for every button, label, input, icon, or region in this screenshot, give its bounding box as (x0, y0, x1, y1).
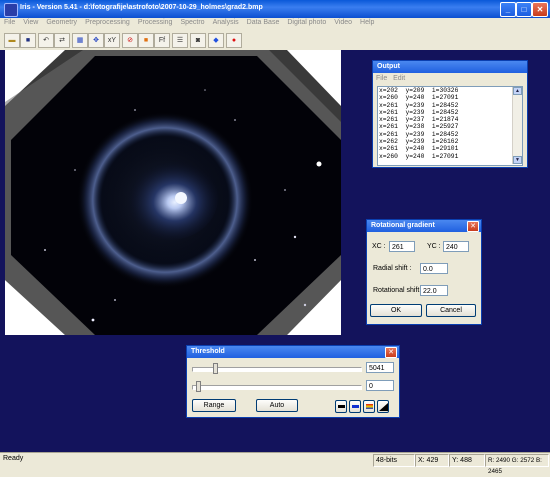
threshold-title: Threshold (187, 346, 399, 358)
output-menu: File Edit (373, 73, 527, 84)
range-button[interactable]: Range (192, 399, 236, 412)
image-canvas[interactable] (5, 50, 341, 335)
auto-button[interactable]: Auto (256, 399, 298, 412)
output-row: x=262 y=239 i=26162 (379, 138, 459, 146)
black-palette-icon[interactable] (335, 400, 347, 413)
output-row: x=261 y=239 i=28452 (379, 101, 459, 109)
rotational-title: Rotational gradient (367, 220, 481, 232)
status-bar: Ready 48-bits X: 429 Y: 488 R: 2490 G: 2… (0, 452, 550, 475)
gradient-palette-icon[interactable] (377, 400, 389, 413)
output-row: x=260 y=240 i=27091 (379, 94, 459, 102)
output-row: x=261 y=238 i=25927 (379, 123, 459, 131)
output-row: x=260 y=240 i=27091 (379, 152, 459, 160)
redo-icon[interactable]: ⇄ (54, 33, 70, 48)
open-folder-icon[interactable]: ▬ (4, 33, 20, 48)
move-icon[interactable]: ✥ (88, 33, 104, 48)
ok-button[interactable]: OK (370, 304, 422, 317)
menu-geometry[interactable]: Geometry (42, 18, 81, 26)
minimize-button[interactable]: _ (500, 2, 516, 17)
status-y: Y: 488 (449, 454, 485, 467)
menu-video[interactable]: Video (330, 18, 356, 26)
rotational-shift-field[interactable]: 22.0 (420, 285, 448, 296)
dialog-close-icon[interactable]: ✕ (467, 221, 479, 232)
comet-image (5, 50, 341, 335)
menu-spectro[interactable]: Spectro (176, 18, 208, 26)
save-disk-icon[interactable]: ■ (20, 33, 36, 48)
red-circle-icon[interactable]: ⊘ (122, 33, 138, 48)
output-list[interactable]: x=202 y=209 i=30326 x=260 y=240 i=27091 … (377, 86, 523, 166)
status-bits: 48-bits (373, 454, 415, 467)
output-row: x=261 y=240 i=29101 (379, 145, 459, 153)
toolbar: ▬ ■ ↶ ⇄ ▦ ✥ xY ⊘ ■ Ff ☰ ◙ ◆ ● (0, 30, 550, 51)
close-button[interactable]: ✕ (532, 2, 548, 17)
scroll-down-icon[interactable]: ▼ (513, 156, 522, 164)
menu-view[interactable]: View (19, 18, 42, 26)
output-row: x=261 y=237 i=21874 (379, 116, 459, 124)
menu-database[interactable]: Data Base (243, 18, 284, 26)
radial-shift-field[interactable]: 0.0 (420, 263, 448, 274)
blue-palette-icon[interactable] (349, 400, 361, 413)
xc-field[interactable]: 261 (389, 241, 415, 252)
output-row: x=202 y=209 i=30326 (379, 87, 459, 94)
menu-help[interactable]: Help (356, 18, 378, 26)
high-threshold-slider[interactable] (213, 363, 219, 374)
app-icon (4, 3, 18, 17)
radial-shift-label: Radial shift : (373, 265, 412, 272)
low-threshold-slider[interactable] (196, 381, 201, 392)
output-row: x=261 y=239 i=28452 (379, 108, 459, 116)
threshold-close-icon[interactable]: ✕ (385, 347, 397, 358)
orange-square-icon[interactable]: ■ (138, 33, 154, 48)
status-x: X: 429 (415, 454, 449, 467)
maximize-button[interactable]: □ (516, 2, 532, 17)
camera-icon[interactable]: ◙ (190, 33, 206, 48)
ab-icon[interactable]: Ff (154, 33, 170, 48)
list-icon[interactable]: ☰ (172, 33, 188, 48)
high-threshold-field[interactable]: 5041 (366, 362, 394, 373)
window-title: Iris - Version 5.41 - d:\fotografije\ast… (20, 4, 263, 11)
output-menu-edit[interactable]: Edit (393, 75, 405, 82)
yc-field[interactable]: 240 (443, 241, 469, 252)
status-rgb: R: 2490 G: 2572 B: 2465 (485, 454, 549, 475)
menu-processing[interactable]: Processing (134, 18, 177, 26)
xc-label: XC : (372, 243, 386, 250)
low-threshold-field[interactable]: 0 (366, 380, 394, 391)
color-palette-icon[interactable] (363, 400, 375, 413)
low-threshold-track[interactable] (192, 385, 362, 390)
xy-icon[interactable]: xY (104, 33, 120, 48)
menu-file[interactable]: File (0, 18, 19, 26)
grid-icon[interactable]: ▦ (72, 33, 88, 48)
output-menu-file[interactable]: File (376, 75, 387, 82)
yc-label: YC : (427, 243, 441, 250)
output-title: Output (373, 61, 527, 73)
menu-analysis[interactable]: Analysis (209, 18, 243, 26)
menu-bar: File View Geometry Preprocessing Processing S… (0, 18, 550, 30)
rotational-shift-label: Rotational shift : (373, 287, 424, 294)
menu-digital-photo[interactable]: Digital photo (283, 18, 330, 26)
title-bar[interactable]: Iris - Version 5.41 - d:\fotografije\ast… (0, 0, 550, 18)
cancel-button[interactable]: Cancel (426, 304, 476, 317)
red-dot-icon[interactable]: ● (226, 33, 242, 48)
diamond-icon[interactable]: ◆ (208, 33, 224, 48)
undo-icon[interactable]: ↶ (38, 33, 54, 48)
output-row: x=261 y=239 i=28452 (379, 130, 459, 138)
status-ready: Ready (3, 455, 24, 462)
output-scrollbar[interactable]: ▲ ▼ (512, 87, 522, 164)
scroll-up-icon[interactable]: ▲ (513, 87, 522, 95)
menu-preprocessing[interactable]: Preprocessing (81, 18, 134, 26)
